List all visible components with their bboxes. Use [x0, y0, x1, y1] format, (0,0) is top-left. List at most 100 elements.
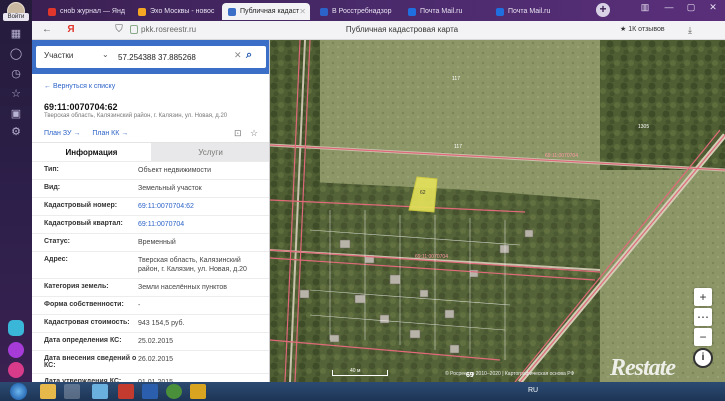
cadastral-map[interactable]: 117 117 1305 69:11:0070704 69:11:0070704… [270, 40, 725, 382]
music-app-icon[interactable] [8, 362, 24, 378]
alice-app-icon[interactable] [8, 320, 24, 336]
tab-cadastral-map[interactable]: Публичная кадаст ✕ [222, 3, 310, 20]
zoom-to-icon[interactable]: ⊡ [234, 128, 242, 139]
download-icon[interactable]: ⤓ [684, 24, 696, 36]
row-key: Тип: [44, 166, 59, 173]
assistant-app-icon[interactable] [8, 342, 24, 358]
map-label: 117 [452, 76, 460, 82]
more-options-button[interactable]: ⋯ [694, 308, 712, 326]
close-window-icon[interactable]: ✕ [706, 2, 720, 13]
favorite-star-icon[interactable]: ☆ [250, 128, 258, 139]
notifications-icon[interactable]: ◯ [9, 47, 23, 61]
back-arrow-icon[interactable]: ← [40, 23, 54, 37]
url-text[interactable]: pkk.rosreestr.ru [141, 24, 196, 36]
row-key: Кадастровый номер: [44, 202, 118, 209]
table-row: Дата внесения сведений о КС: 26.02.2015 [32, 350, 269, 373]
search-icon[interactable]: ⌕ [246, 49, 252, 62]
tab-label: Почта Mail.ru [420, 8, 463, 15]
tab-info[interactable]: Информация [32, 143, 151, 162]
row-value: 943 154,5 руб. [138, 320, 185, 327]
lock-icon [130, 25, 138, 34]
word-taskbar-icon[interactable] [142, 384, 158, 399]
cadastral-number-link[interactable]: 69:11:0070704:62 [138, 198, 269, 215]
close-tab-icon[interactable]: ✕ [299, 3, 306, 20]
map-label: 117 [454, 144, 462, 150]
tab-snob[interactable]: снob журнал — Янд [42, 3, 128, 20]
tab-services[interactable]: Услуги [151, 143, 269, 162]
address-bar: ← Я ⛉ pkk.rosreestr.ru Публичная кадастр… [32, 21, 725, 40]
row-key: Категория земель: [44, 283, 109, 290]
table-row: Статус: Временный [32, 233, 269, 251]
row-value: 01.01.2015 [138, 374, 269, 382]
table-row: Кадастровая стоимость: 943 154,5 руб. [32, 314, 269, 332]
chevron-down-icon[interactable]: ⌄ [102, 50, 109, 59]
row-key: Кадастровый квартал: [44, 220, 123, 227]
row-value: Земельный участок [138, 185, 202, 192]
zoom-in-button[interactable]: + [694, 288, 712, 306]
tab-label: В Росстребнадзор [332, 8, 392, 15]
search-type-select[interactable]: Участки [44, 51, 73, 60]
row-value: - [138, 302, 141, 309]
back-to-list-link[interactable]: ← Вернуться к списку [44, 83, 115, 90]
row-value: Объект недвижимости [138, 167, 212, 174]
page-title: Публичная кадастровая карта [345, 25, 459, 34]
tab-echo[interactable]: Эхо Москвы - новос [132, 3, 218, 20]
watermark-logo: Restate [610, 355, 676, 381]
map-label: 1305 [638, 124, 650, 130]
row-key: Адрес: [44, 256, 68, 263]
yandex-favicon-icon [48, 8, 56, 16]
apps-grid-icon[interactable]: ▦ [9, 27, 23, 41]
row-value: Временный [138, 239, 176, 246]
yandex-logo-icon[interactable]: Я [64, 23, 78, 37]
plan-links: План ЗУ → План КК → [44, 130, 138, 137]
minimize-icon[interactable]: — [662, 2, 676, 12]
new-tab-button[interactable]: + [596, 3, 610, 17]
tab-rospotrebnadzor[interactable]: В Росстребнадзор [314, 3, 398, 20]
history-icon[interactable]: ◷ [9, 67, 23, 81]
plan-zu-link[interactable]: План ЗУ → [44, 130, 80, 137]
mail-taskbar-icon[interactable] [190, 384, 206, 399]
table-row: Адрес: Тверская область, Калязинский райо… [32, 251, 269, 278]
login-button[interactable]: Войти [3, 13, 29, 21]
language-indicator[interactable]: RU [528, 387, 538, 394]
zoom-out-button[interactable]: − [694, 328, 712, 346]
table-row: Вид: Земельный участок [32, 179, 269, 197]
downloads-sidebar-icon[interactable]: ▣ [9, 107, 23, 121]
info-icon[interactable]: i [693, 348, 713, 368]
tab-label: Почта Mail.ru [508, 8, 551, 15]
search-bar: Участки ⌄ ✕ ⌕ [32, 40, 269, 74]
info-panel: Участки ⌄ ✕ ⌕ ← Вернуться к списку 69:11… [32, 40, 270, 382]
map-scale-label: 40 м [350, 368, 361, 374]
clear-icon[interactable]: ✕ [234, 50, 242, 61]
object-address: Тверская область, Калязинский район, г. … [44, 113, 228, 119]
maximize-icon[interactable]: ▢ [684, 2, 698, 13]
cadastral-number-title: 69:11:0070704:62 [44, 102, 118, 112]
reviews-badge[interactable]: ★ 1К отзывов [620, 24, 665, 36]
start-button[interactable] [10, 383, 27, 400]
cadastral-quarter-link[interactable]: 69:11:0070704 [138, 216, 269, 233]
satellite-imagery [270, 40, 725, 382]
rosreestr-favicon-icon [228, 8, 236, 16]
row-key: Кадастровая стоимость: [44, 319, 130, 326]
pdf-taskbar-icon[interactable] [118, 384, 134, 399]
tabs-menu-icon[interactable]: ▥ [638, 2, 652, 13]
tab-label: Эхо Москвы - новос [150, 8, 215, 15]
search-input[interactable] [118, 49, 228, 65]
settings-sidebar-icon[interactable]: ⚙ [9, 125, 23, 139]
quarter-label: 69:11:0070704 [545, 153, 578, 159]
chrome-taskbar-icon[interactable] [166, 384, 182, 399]
table-row: Дата определения КС: 25.02.2015 [32, 332, 269, 350]
tab-mail-1[interactable]: Почта Mail.ru [402, 3, 486, 20]
tab-mail-2[interactable]: Почта Mail.ru [490, 3, 574, 20]
yandex-taskbar-icon[interactable] [64, 384, 80, 399]
bookmarks-icon[interactable]: ☆ [9, 87, 23, 101]
table-row: Категория земель: Земли населённых пункто… [32, 278, 269, 296]
plan-kk-link[interactable]: План КК → [92, 130, 128, 137]
row-key: Дата утверждения КС: [44, 378, 122, 382]
browser-sidebar: Войти ▦ ◯ ◷ ☆ ▣ ⚙ [0, 0, 32, 382]
shield-icon[interactable]: ⛉ [112, 23, 126, 37]
screen: Войти ▦ ◯ ◷ ☆ ▣ ⚙ снob журнал — Янд Эхо … [0, 0, 725, 401]
media-taskbar-icon[interactable] [92, 384, 108, 399]
explorer-taskbar-icon[interactable] [40, 384, 56, 399]
search-container: Участки ⌄ ✕ ⌕ [36, 46, 266, 68]
